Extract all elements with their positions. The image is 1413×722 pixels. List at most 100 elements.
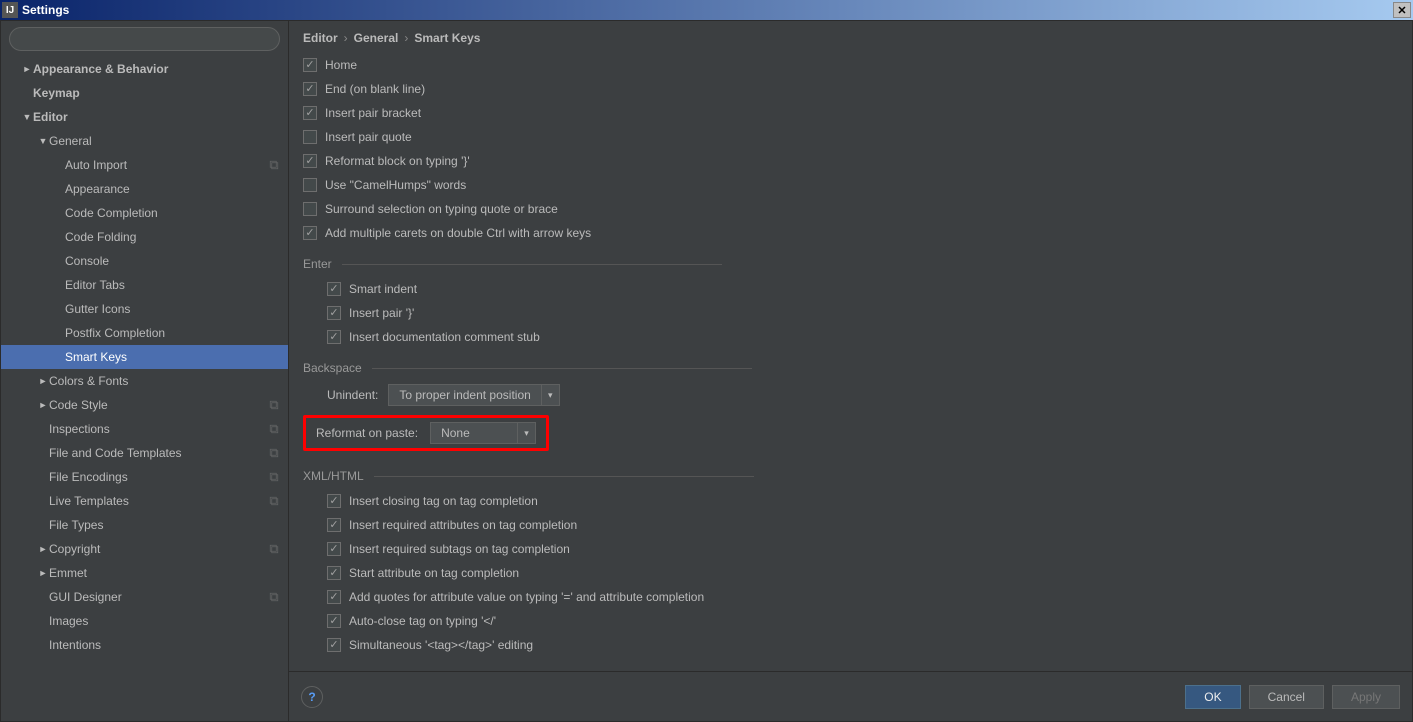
reformat-on-paste-combo[interactable]: None xyxy=(430,422,536,444)
xml-option-checkbox[interactable] xyxy=(327,542,341,556)
settings-tree[interactable]: ►Appearance & BehaviorKeymap▼Editor▼Gene… xyxy=(1,57,288,721)
tree-item-images[interactable]: Images xyxy=(1,609,288,633)
xml-option-row: Auto-close tag on typing '</' xyxy=(327,609,1398,633)
option-row: Insert pair bracket xyxy=(303,101,1398,125)
breadcrumb-general[interactable]: General xyxy=(354,31,399,45)
tree-item-postfix-completion[interactable]: Postfix Completion xyxy=(1,321,288,345)
option-checkbox[interactable] xyxy=(303,202,317,216)
help-button[interactable]: ? xyxy=(301,686,323,708)
option-label: End (on blank line) xyxy=(325,82,425,96)
tree-item-live-templates[interactable]: Live Templates xyxy=(1,489,288,513)
enter-option-row: Insert documentation comment stub xyxy=(327,325,1398,349)
copy-icon xyxy=(268,495,280,507)
chevron-down-icon[interactable] xyxy=(517,423,535,443)
enter-option-checkbox[interactable] xyxy=(327,282,341,296)
xml-option-checkbox[interactable] xyxy=(327,614,341,628)
option-checkbox[interactable] xyxy=(303,178,317,192)
xml-option-row: Add quotes for attribute value on typing… xyxy=(327,585,1398,609)
xml-option-label: Auto-close tag on typing '</' xyxy=(349,614,496,628)
option-label: Surround selection on typing quote or br… xyxy=(325,202,558,216)
tree-item-intentions[interactable]: Intentions xyxy=(1,633,288,657)
tree-item-file-and-code-templates[interactable]: File and Code Templates xyxy=(1,441,288,465)
copy-icon xyxy=(268,447,280,459)
option-checkbox[interactable] xyxy=(303,106,317,120)
xml-option-checkbox[interactable] xyxy=(327,638,341,652)
tree-item-label: Code Completion xyxy=(65,206,280,220)
tree-item-label: Code Folding xyxy=(65,230,280,244)
tree-item-code-completion[interactable]: Code Completion xyxy=(1,201,288,225)
tree-arrow-icon: ► xyxy=(37,400,49,410)
tree-item-gui-designer[interactable]: GUI Designer xyxy=(1,585,288,609)
xml-option-label: Add quotes for attribute value on typing… xyxy=(349,590,704,604)
tree-arrow-icon: ▼ xyxy=(37,136,49,146)
tree-item-label: Code Style xyxy=(49,398,268,412)
option-checkbox[interactable] xyxy=(303,226,317,240)
enter-option-label: Smart indent xyxy=(349,282,417,296)
app-icon: IJ xyxy=(2,2,18,18)
tree-item-editor[interactable]: ▼Editor xyxy=(1,105,288,129)
xml-option-row: Start attribute on tag completion xyxy=(327,561,1398,585)
tree-item-code-style[interactable]: ►Code Style xyxy=(1,393,288,417)
enter-option-checkbox[interactable] xyxy=(327,306,341,320)
xml-option-checkbox[interactable] xyxy=(327,566,341,580)
section-enter: Enter xyxy=(303,257,1398,271)
enter-option-label: Insert pair '}' xyxy=(349,306,414,320)
tree-item-smart-keys[interactable]: Smart Keys xyxy=(1,345,288,369)
tree-item-label: Smart Keys xyxy=(65,350,280,364)
cancel-button[interactable]: Cancel xyxy=(1249,685,1324,709)
copy-icon xyxy=(268,543,280,555)
close-button[interactable]: ✕ xyxy=(1393,2,1411,18)
xml-option-label: Insert required attributes on tag comple… xyxy=(349,518,577,532)
tree-item-file-types[interactable]: File Types xyxy=(1,513,288,537)
tree-item-label: Postfix Completion xyxy=(65,326,280,340)
tree-item-appearance[interactable]: Appearance xyxy=(1,177,288,201)
xml-option-checkbox[interactable] xyxy=(327,518,341,532)
option-checkbox[interactable] xyxy=(303,130,317,144)
enter-option-row: Smart indent xyxy=(327,277,1398,301)
tree-item-label: Gutter Icons xyxy=(65,302,280,316)
option-checkbox[interactable] xyxy=(303,154,317,168)
settings-panel: Home End (on blank line) Insert pair brack… xyxy=(289,53,1412,671)
dialog-footer: ? OK Cancel Apply xyxy=(289,671,1412,721)
tree-item-copyright[interactable]: ►Copyright xyxy=(1,537,288,561)
option-checkbox[interactable] xyxy=(303,58,317,72)
search-input[interactable] xyxy=(9,27,280,51)
xml-option-row: Insert required attributes on tag comple… xyxy=(327,513,1398,537)
xml-option-checkbox[interactable] xyxy=(327,494,341,508)
tree-item-emmet[interactable]: ►Emmet xyxy=(1,561,288,585)
tree-item-inspections[interactable]: Inspections xyxy=(1,417,288,441)
ok-button[interactable]: OK xyxy=(1185,685,1240,709)
tree-item-file-encodings[interactable]: File Encodings xyxy=(1,465,288,489)
xml-option-label: Insert closing tag on tag completion xyxy=(349,494,538,508)
tree-item-gutter-icons[interactable]: Gutter Icons xyxy=(1,297,288,321)
tree-item-editor-tabs[interactable]: Editor Tabs xyxy=(1,273,288,297)
tree-item-console[interactable]: Console xyxy=(1,249,288,273)
tree-item-keymap[interactable]: Keymap xyxy=(1,81,288,105)
xml-option-checkbox[interactable] xyxy=(327,590,341,604)
tree-item-label: GUI Designer xyxy=(49,590,268,604)
tree-item-general[interactable]: ▼General xyxy=(1,129,288,153)
option-label: Add multiple carets on double Ctrl with … xyxy=(325,226,591,240)
tree-item-label: File Types xyxy=(49,518,280,532)
tree-item-code-folding[interactable]: Code Folding xyxy=(1,225,288,249)
tree-item-appearance-behavior[interactable]: ►Appearance & Behavior xyxy=(1,57,288,81)
option-row: Add multiple carets on double Ctrl with … xyxy=(303,221,1398,245)
section-xmlhtml: XML/HTML xyxy=(303,469,1398,483)
tree-item-label: Copyright xyxy=(49,542,268,556)
breadcrumb-editor[interactable]: Editor xyxy=(303,31,338,45)
tree-item-label: Editor Tabs xyxy=(65,278,280,292)
option-checkbox[interactable] xyxy=(303,82,317,96)
copy-icon xyxy=(268,471,280,483)
chevron-down-icon[interactable] xyxy=(541,385,559,405)
tree-item-label: File and Code Templates xyxy=(49,446,268,460)
unindent-combo[interactable]: To proper indent position xyxy=(388,384,559,406)
enter-option-checkbox[interactable] xyxy=(327,330,341,344)
xml-option-row: Simultaneous '<tag></tag>' editing xyxy=(327,633,1398,657)
tree-item-label: Editor xyxy=(33,110,280,124)
tree-item-auto-import[interactable]: Auto Import xyxy=(1,153,288,177)
reformat-label: Reformat on paste: xyxy=(316,426,418,440)
apply-button[interactable]: Apply xyxy=(1332,685,1400,709)
option-label: Home xyxy=(325,58,357,72)
option-label: Insert pair quote xyxy=(325,130,412,144)
tree-item-colors-fonts[interactable]: ►Colors & Fonts xyxy=(1,369,288,393)
